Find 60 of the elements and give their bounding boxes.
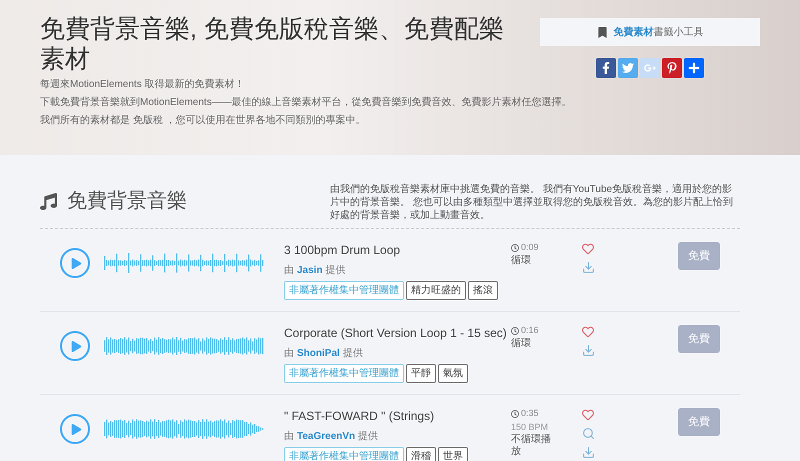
tag[interactable]: 非屬著作權集中管理團體 [284,281,404,300]
tag[interactable]: 搖滾 [468,281,498,300]
intro-text: 我們所有的素材都是 免版稅 ，您可以使用在世界各地不同類別的專案中。 [40,114,366,128]
author-link[interactable]: Jasin [297,263,323,278]
duration-text: 0:16 [521,324,539,337]
credit-text: 提供 [358,430,378,444]
by-text: 由 [284,430,294,444]
author-link[interactable]: ShoniPal [297,346,340,361]
author-link[interactable]: TeaGreenVn [297,429,356,444]
track-title[interactable]: 3 100bpm Drum Loop [284,241,511,259]
tag[interactable]: 氣氛 [438,364,468,383]
free-assets-link[interactable]: 免費素材 [614,26,654,38]
loop-text: 不循環播放 [511,434,552,458]
tag[interactable]: 精力旺盛的 [406,281,466,300]
play-icon [70,424,82,434]
track-title[interactable]: Corporate (Short Version Loop 1 - 15 sec) [284,324,511,342]
play-button[interactable] [60,248,90,278]
music-note-icon [40,192,57,210]
section-description: 由我們的免版稅音樂素材庫中挑選免費的音樂。 我們有YouTube免版稅音樂，適用於您的影片中的背景音樂。 您也可以由多種類型中選擇並取得您的免版稅音效。為您的影片配上恰到好處的背景音樂，或加上動畫音效。 [330,183,734,222]
free-button[interactable]: 免費 [678,242,720,270]
tag[interactable]: 滑稽 [406,447,436,461]
track-title[interactable]: " FAST-FOWARD " (Strings) [284,407,511,425]
bookmark-tool-text: 書籤小工具 [654,26,704,38]
download-icon[interactable] [582,446,595,459]
tag[interactable]: 世界 [438,447,468,461]
facebook-icon[interactable] [596,58,616,78]
clock-icon [511,244,519,252]
play-icon [70,258,82,268]
play-icon [70,340,82,352]
duration-text: 0:09 [521,241,539,254]
pinterest-icon[interactable] [662,58,682,78]
intro-text: 每週來MotionElements 取得最新的免費素材！ [40,78,244,92]
heart-icon[interactable] [582,409,594,421]
tag[interactable]: 非屬著作權集中管理團體 [284,364,404,383]
heart-icon[interactable] [582,326,594,338]
download-icon[interactable] [582,261,595,274]
play-button[interactable] [60,331,90,361]
free-button[interactable]: 免費 [678,408,720,436]
loop-text: 循環 [511,254,532,266]
download-icon[interactable] [582,344,595,357]
duration-text: 0:35 [521,407,539,420]
by-text: 由 [284,346,294,361]
tag[interactable]: 非屬著作權集中管理團體 [284,447,404,461]
free-button[interactable]: 免費 [678,325,720,353]
credit-text: 提供 [326,264,346,278]
loop-text: 循環 [511,338,532,350]
by-text: 由 [284,264,294,278]
bookmark-icon [596,26,608,38]
clock-icon [511,326,519,335]
search-icon[interactable] [582,427,595,440]
intro-text: 下載免費背景音樂就到MotionElements——最佳的線上音樂素材平台，從免費音樂到免費音效、免費影片素材任您選擇。 [40,96,572,110]
section-title: 免費背景音樂 [67,189,187,214]
tag[interactable]: 平靜 [406,364,436,383]
share-plus-icon[interactable] [684,58,704,78]
bpm-text: 150 BPM [511,420,550,434]
clock-icon [511,410,519,418]
play-button[interactable] [60,414,90,444]
heart-icon[interactable] [582,243,594,255]
credit-text: 提供 [342,347,363,361]
page-title: 免費背景音樂, 免費免版稅音樂、免費配樂素材 [40,14,505,74]
